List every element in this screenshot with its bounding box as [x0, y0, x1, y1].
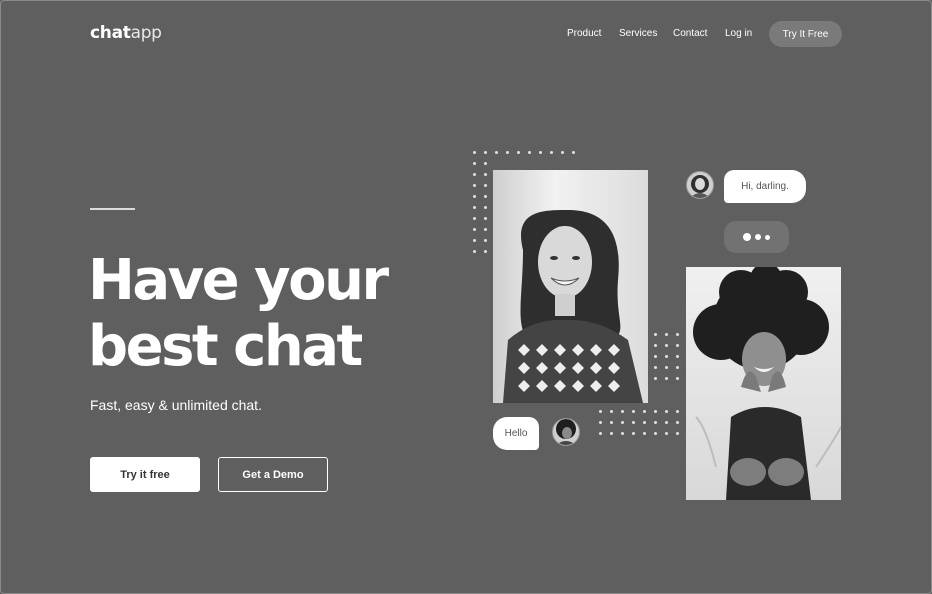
- hero-subtitle: Fast, easy & unlimited chat.: [90, 397, 262, 413]
- nav-item-contact[interactable]: Contact: [673, 28, 707, 39]
- chat-bubble-outgoing: Hello: [493, 417, 539, 450]
- typing-dot: [765, 234, 770, 240]
- avatar-hello: [552, 418, 580, 446]
- nav-item-product[interactable]: Product: [567, 28, 601, 39]
- nav-item-services[interactable]: Services: [619, 28, 657, 39]
- logo-bold-text: chat: [90, 23, 131, 43]
- chat-bubble-incoming: Hi, darling.: [724, 170, 806, 203]
- logo-light-text: app: [130, 23, 162, 43]
- headline-line-2: best chat: [88, 314, 363, 379]
- dot-pattern-bottom: [599, 410, 679, 435]
- typing-dot: [755, 234, 761, 240]
- person-photo-left: [493, 170, 648, 403]
- dot-pattern-top: [473, 151, 575, 154]
- headline-line-1: Have your: [88, 248, 389, 313]
- person-photo-right: [686, 267, 841, 500]
- hero-divider: [90, 208, 135, 210]
- avatar-curly-hair-icon: [556, 419, 576, 445]
- woman-portrait-illustration: [503, 170, 643, 403]
- typing-dot: [743, 233, 751, 241]
- dot-pattern-left: [473, 162, 487, 253]
- typing-dots-icon: [724, 221, 789, 253]
- hero-headline: Have your best chat: [88, 248, 389, 380]
- try-it-free-nav-button[interactable]: Try It Free: [769, 21, 842, 47]
- get-a-demo-button[interactable]: Get a Demo: [218, 457, 328, 492]
- avatar-woman-icon: [690, 175, 710, 198]
- nav-item-login[interactable]: Log in: [725, 28, 752, 39]
- dot-pattern-middle: [654, 333, 679, 380]
- avatar-darling: [686, 171, 714, 199]
- try-it-free-button[interactable]: Try it free: [90, 457, 200, 492]
- woman-curly-hair-illustration: [693, 267, 841, 500]
- logo[interactable]: chatapp: [90, 23, 162, 43]
